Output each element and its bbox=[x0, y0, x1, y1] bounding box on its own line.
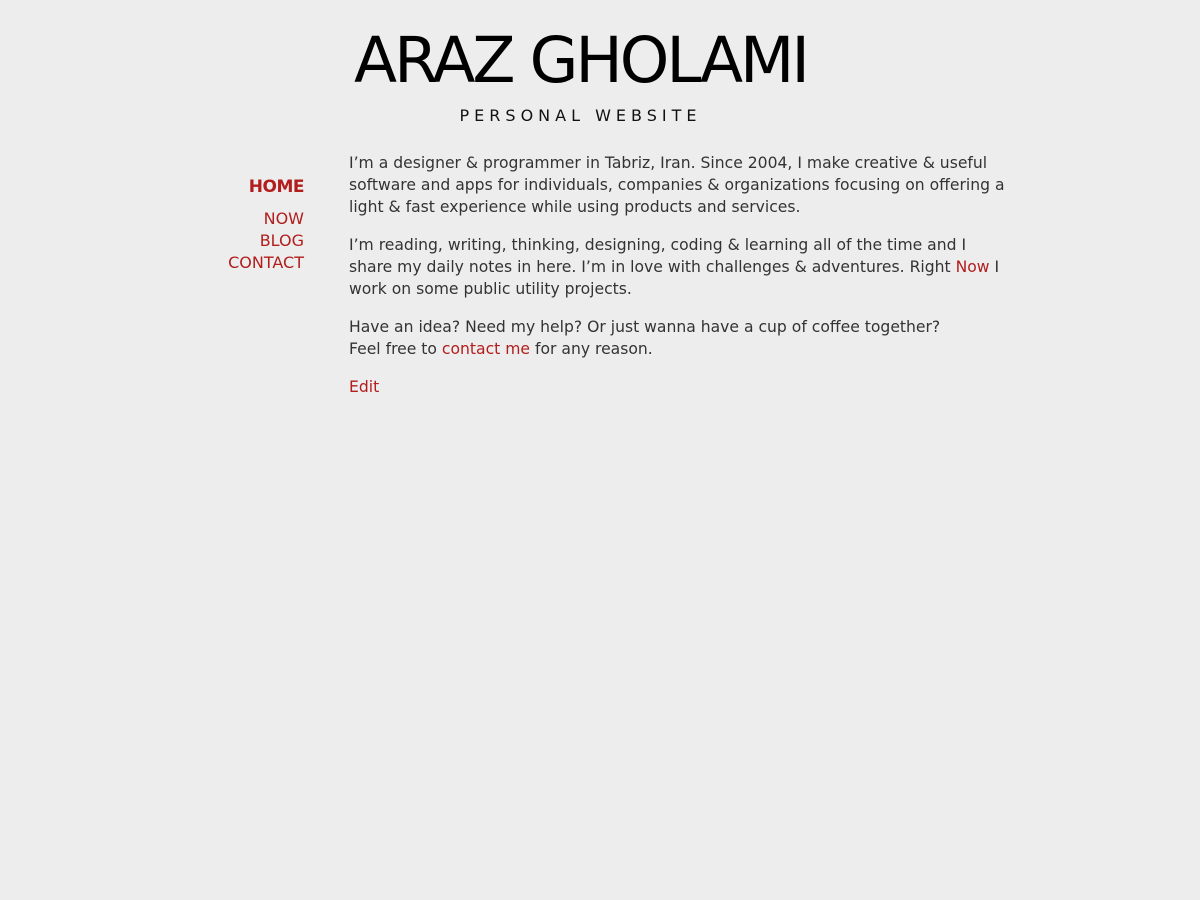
nav-item-contact[interactable]: CONTACT bbox=[104, 252, 304, 274]
edit-link[interactable]: Edit bbox=[349, 378, 379, 396]
contact-paragraph: Have an idea? Need my help? Or just wann… bbox=[349, 316, 1009, 360]
contact-text-end: for any reason. bbox=[530, 340, 653, 358]
edit-paragraph: Edit bbox=[349, 376, 1009, 398]
nav-item-home[interactable]: HOME bbox=[104, 176, 305, 198]
nav-item-now[interactable]: NOW bbox=[104, 208, 304, 230]
nav-item-blog[interactable]: BLOG bbox=[104, 230, 304, 252]
contact-me-link[interactable]: contact me bbox=[442, 340, 530, 358]
activity-paragraph: I’m reading, writing, thinking, designin… bbox=[349, 234, 1009, 300]
contact-question: Have an idea? Need my help? Or just wann… bbox=[349, 318, 941, 336]
site-title: ARAZ GHOLAMI bbox=[354, 24, 810, 97]
site-subtitle: PERSONAL WEBSITE bbox=[459, 106, 702, 125]
intro-paragraph: I’m a designer & programmer in Tabriz, I… bbox=[349, 154, 1005, 216]
contact-text-start: Feel free to bbox=[349, 340, 442, 358]
main-nav: HOME NOW BLOG CONTACT bbox=[104, 176, 304, 274]
activity-text-start: I’m reading, writing, thinking, designin… bbox=[349, 236, 967, 276]
main-content: I’m a designer & programmer in Tabriz, I… bbox=[349, 152, 1009, 414]
now-link[interactable]: Now bbox=[956, 258, 990, 276]
